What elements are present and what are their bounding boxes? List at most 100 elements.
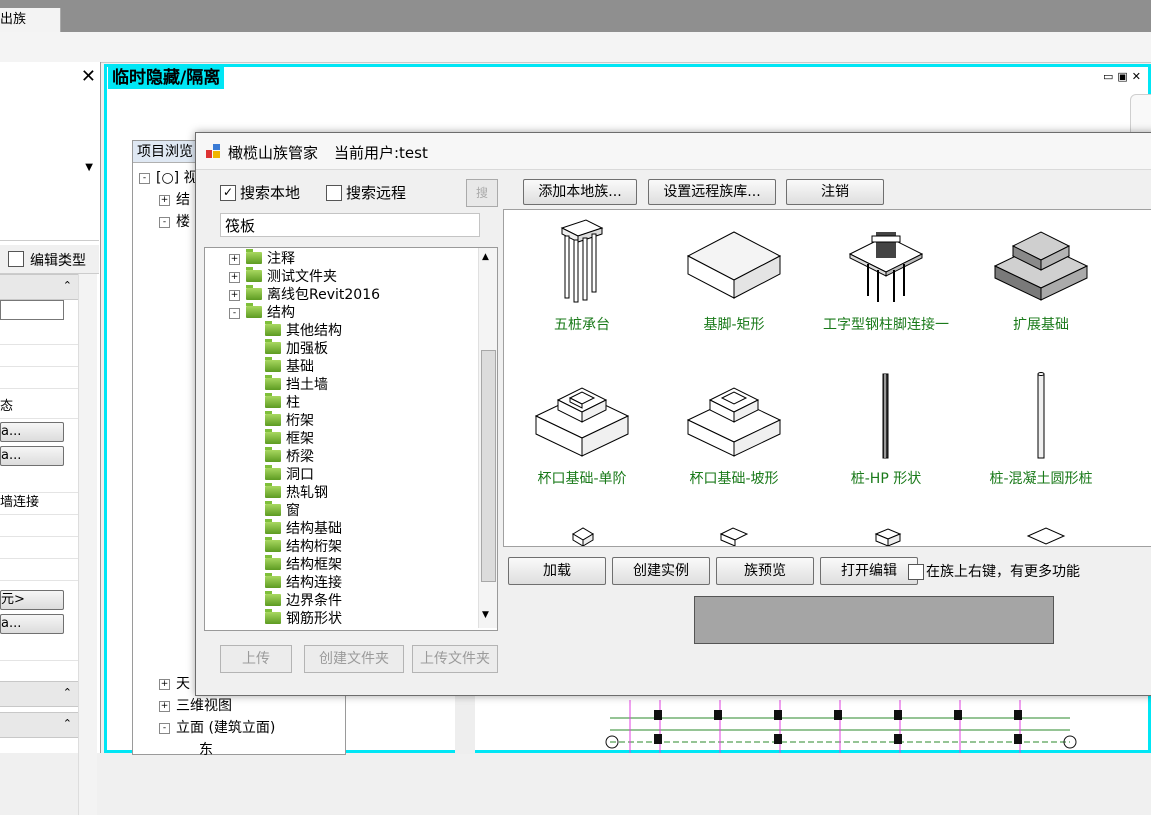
tree-node[interactable]: 框架 [265, 429, 314, 448]
tree-node[interactable]: 洞口 [265, 465, 314, 484]
browser-node[interactable]: 东 [199, 739, 213, 759]
search-local-label[interactable]: 搜索本地 [240, 182, 300, 203]
set-remote-library-button[interactable]: 设置远程族库... [648, 179, 776, 205]
folder-icon [265, 339, 281, 354]
browser-node[interactable]: + 天 [159, 673, 190, 693]
create-instance-button[interactable]: 创建实例 [612, 557, 710, 585]
browser-node[interactable]: - 立面 (建筑立面) [159, 717, 275, 737]
tree-node[interactable]: 挡土墙 [265, 375, 328, 394]
tree-node[interactable]: 加强板 [265, 339, 328, 358]
tree-node[interactable]: 结构基础 [265, 519, 342, 538]
expand-toggle-icon[interactable]: + [159, 678, 170, 690]
tree-node[interactable]: 结构桁架 [265, 537, 342, 556]
search-input[interactable] [220, 213, 480, 237]
family-item[interactable]: 桩-混凝土圆形桩 [966, 370, 1116, 488]
open-edit-button[interactable]: 打开编辑 [820, 557, 918, 585]
search-button[interactable]: 搜 [466, 179, 498, 207]
tree-node[interactable]: + 注释 [229, 249, 295, 268]
logout-button[interactable]: 注销 [786, 179, 884, 205]
collapse-icon[interactable]: ⌃ [63, 717, 72, 730]
expand-toggle-icon[interactable]: + [159, 700, 170, 712]
collapse-toggle-icon[interactable]: - [139, 172, 150, 184]
dialog-titlebar[interactable]: 橄榄山族管家 当前用户:test [196, 133, 1151, 170]
folder-icon [265, 609, 281, 624]
collapse-icon[interactable]: ⌃ [63, 279, 72, 292]
window-controls[interactable]: ▭▣✕ [1103, 70, 1145, 83]
tree-node[interactable]: 桁架 [265, 411, 314, 430]
close-icon[interactable]: ✕ [81, 66, 96, 87]
family-item[interactable]: 工字型钢柱脚连接一 [811, 216, 961, 334]
family-item[interactable]: 桩-HP 形状 [811, 370, 961, 488]
scroll-thumb[interactable] [481, 350, 496, 582]
upload-folder-button[interactable]: 上传文件夹 [412, 645, 498, 673]
folder-icon [265, 357, 281, 372]
property-edit-button[interactable]: a... [0, 422, 64, 442]
browser-node[interactable]: + 结 [159, 189, 190, 209]
property-edit-button[interactable]: 元> [0, 590, 64, 610]
tree-node[interactable]: 桥梁 [265, 447, 314, 466]
edit-type-icon[interactable] [8, 251, 24, 267]
family-item[interactable]: 杯口基础-坡形 [659, 370, 809, 488]
tree-node[interactable]: 其他结构 [265, 321, 342, 340]
expand-toggle-icon[interactable]: + [229, 253, 240, 265]
tree-node[interactable]: 边界条件 [265, 591, 342, 610]
expand-toggle-icon[interactable]: + [229, 289, 240, 301]
property-row: 态 [0, 396, 78, 419]
tree-node[interactable]: 热轧钢 [265, 483, 328, 502]
load-button[interactable]: 加载 [508, 557, 606, 585]
collapse-toggle-icon[interactable]: - [159, 722, 170, 734]
family-thumbnail-icon[interactable] [571, 526, 595, 546]
properties-scrollbar[interactable] [78, 274, 97, 815]
tree-node[interactable]: + 测试文件夹 [229, 267, 337, 286]
family-item[interactable]: 扩展基础 [966, 216, 1116, 334]
chevron-down-icon[interactable]: ▼ [85, 162, 93, 173]
collapse-icon[interactable]: ⌃ [63, 686, 72, 699]
tree-node[interactable]: 钢筋形状 [265, 609, 342, 628]
scroll-down-icon[interactable]: ▼ [482, 610, 489, 620]
collapse-toggle-icon[interactable]: - [229, 307, 240, 319]
folder-icon [265, 375, 281, 390]
ribbon-background [0, 0, 1151, 32]
family-item[interactable]: 五桩承台 [507, 216, 657, 334]
search-remote-label[interactable]: 搜索远程 [346, 182, 406, 203]
browser-node[interactable]: - [○] 视 [139, 167, 198, 187]
upload-button[interactable]: 上传 [220, 645, 292, 673]
family-preview-button[interactable]: 族预览 [716, 557, 814, 585]
browser-node[interactable]: + 三维视图 [159, 695, 232, 715]
tree-node[interactable]: 结构连接 [265, 573, 342, 592]
expand-toggle-icon[interactable]: + [159, 194, 170, 206]
collapse-toggle-icon[interactable]: - [159, 216, 170, 228]
property-section-header[interactable]: ⌃ [0, 274, 78, 300]
tree-node[interactable]: 基础 [265, 357, 314, 376]
search-remote-checkbox[interactable] [326, 185, 342, 201]
tree-node[interactable]: 柱 [265, 393, 300, 412]
family-item[interactable]: 杯口基础-单阶 [507, 370, 657, 488]
tree-node[interactable]: + 离线包Revit2016 [229, 285, 380, 304]
family-thumbnail-icon[interactable] [872, 526, 904, 546]
family-thumbnail-icon[interactable] [719, 526, 749, 546]
tree-node[interactable]: 结构框架 [265, 555, 342, 574]
tree-node[interactable]: - 结构 [229, 303, 295, 322]
property-input[interactable] [0, 300, 64, 320]
type-preview[interactable]: ▼ [0, 94, 99, 241]
property-section-header[interactable]: ⌃ [0, 712, 78, 738]
property-section-header[interactable]: ⌃ [0, 681, 78, 707]
property-edit-button[interactable]: a... [0, 614, 64, 634]
spread-footing-icon [993, 231, 1089, 301]
scroll-up-icon[interactable]: ▲ [482, 252, 489, 262]
create-folder-button[interactable]: 创建文件夹 [304, 645, 404, 673]
add-local-family-button[interactable]: 添加本地族... [523, 179, 637, 205]
family-item[interactable]: 基脚-矩形 [659, 216, 809, 334]
edit-type-button[interactable]: 编辑类型 [30, 250, 86, 270]
search-local-checkbox[interactable]: ✓ [220, 185, 236, 201]
property-edit-button[interactable]: a... [0, 446, 64, 466]
expand-toggle-icon[interactable]: + [229, 271, 240, 283]
ribbon-tab[interactable]: 出族 [0, 8, 61, 32]
properties-panel: ✕ ▼ 编辑类型 ⌃ 态 a... a... 墙连接 元> a... ⌃ ⌃ [0, 62, 101, 815]
browser-node[interactable]: -楼 [159, 211, 190, 231]
current-user-label: 当前用户:test [334, 144, 428, 162]
tree-node[interactable]: 窗 [265, 501, 300, 520]
more-features-checkbox[interactable] [908, 564, 924, 580]
tree-scrollbar[interactable]: ▲ ▼ [478, 248, 497, 628]
family-thumbnail-icon[interactable] [1026, 526, 1066, 546]
